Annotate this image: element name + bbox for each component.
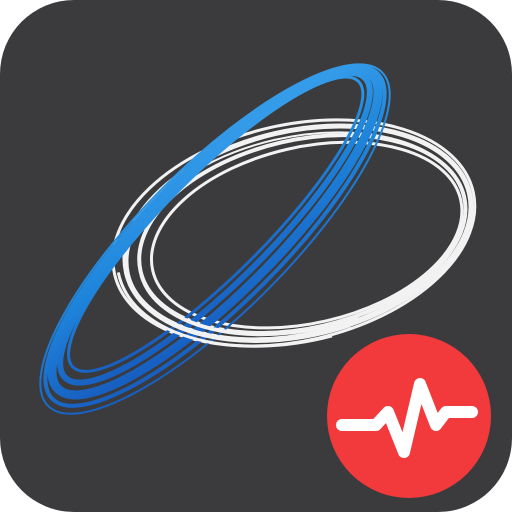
activity-badge <box>327 334 491 498</box>
app-icon[interactable] <box>0 0 512 512</box>
